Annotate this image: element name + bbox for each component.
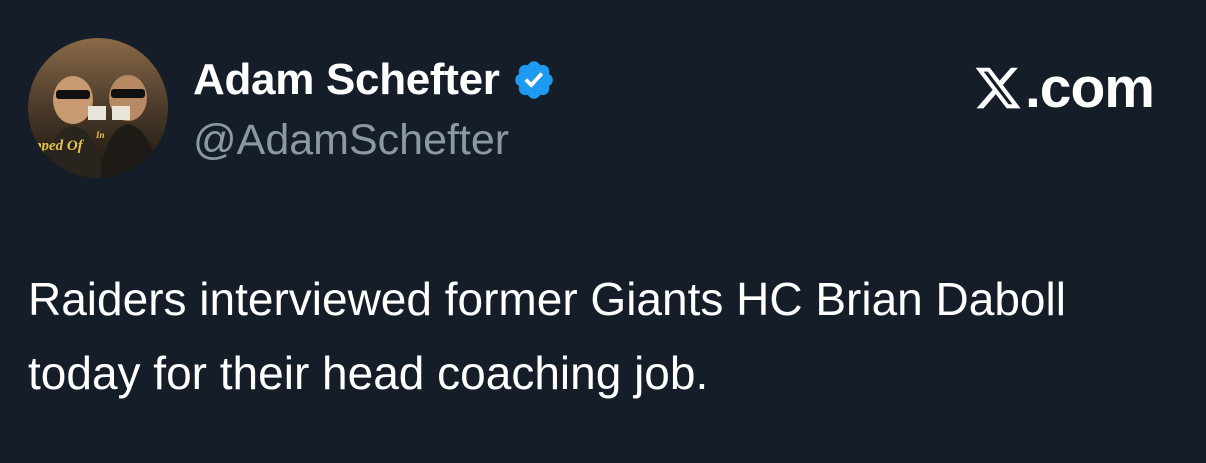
brand-logo: .com <box>973 56 1155 120</box>
tweet-text: Raiders interviewed former Giants HC Bri… <box>28 273 1066 399</box>
avatar[interactable]: In pped Of <box>28 38 168 178</box>
author-info: Adam Schefter @AdamSchefter <box>193 50 556 165</box>
avatar-text-small: In <box>95 130 105 140</box>
brand-domain: .com <box>1024 56 1155 120</box>
verified-badge-icon <box>514 61 553 99</box>
tweet-card: In pped Of Adam Schefter @AdamSchefter .… <box>0 0 1206 463</box>
name-row: Adam Schefter <box>193 50 556 110</box>
x-logo-icon <box>975 67 1021 109</box>
avatar-logo-text: pped Of <box>32 138 85 154</box>
display-name[interactable]: Adam Schefter <box>193 55 500 105</box>
avatar-image: In pped Of <box>28 38 168 178</box>
user-handle[interactable]: @AdamSchefter <box>193 116 556 165</box>
